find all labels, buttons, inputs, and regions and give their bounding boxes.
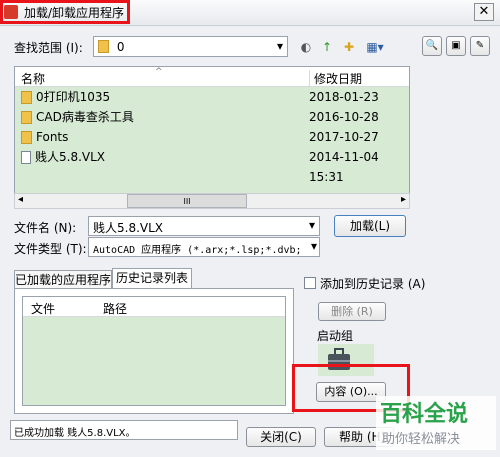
title-highlight-box <box>0 0 130 24</box>
scroll-right-icon[interactable]: ▸ <box>401 194 406 205</box>
horizontal-scrollbar[interactable]: ◂ III ▸ <box>14 193 410 209</box>
sort-indicator-icon: ^ <box>155 67 163 77</box>
up-folder-icon[interactable]: ↑ <box>318 38 336 56</box>
file-name: 贱人5.8.VLX <box>35 150 106 164</box>
list-item[interactable]: 0打印机1035 2018-01-23 14:48 <box>15 87 409 124</box>
file-list: 名称 ^ 修改日期 0打印机1035 2018-01-23 14:48 CAD病… <box>14 66 410 208</box>
filename-input[interactable]: 贱人5.8.VLX ▾ <box>88 216 320 236</box>
tools-icon[interactable]: ✎ <box>470 36 490 56</box>
chevron-down-icon: ▾ <box>276 39 283 53</box>
filetype-value: AutoCAD 应用程序 (*.arx;*.lsp;*.dvb; <box>93 245 302 256</box>
remove-button[interactable]: 删除 (R) <box>318 302 386 321</box>
folder-icon <box>21 111 32 124</box>
file-name: Fonts <box>36 130 69 144</box>
status-text: 已成功加载 贱人5.8.VLX。 <box>14 428 136 439</box>
watermark-subtitle: 助你轻松解决 <box>382 432 461 447</box>
close-icon[interactable]: ✕ <box>474 3 494 21</box>
file-icon <box>21 151 31 164</box>
file-date: 2014-11-04 15:31 <box>309 150 379 184</box>
status-bar: 已成功加载 贱人5.8.VLX。 <box>10 420 238 440</box>
filetype-select[interactable]: AutoCAD 应用程序 (*.arx;*.lsp;*.dvb; ▾ <box>88 237 320 257</box>
column-header-file[interactable]: 文件 <box>31 300 55 317</box>
history-list: 文件 路径 <box>22 296 286 406</box>
preview-icon[interactable]: ▣ <box>446 36 466 56</box>
views-icon[interactable]: ▦▾ <box>362 38 388 56</box>
file-name: 0打印机1035 <box>36 90 111 104</box>
scroll-thumb[interactable]: III <box>127 194 247 208</box>
file-list-header: 名称 ^ 修改日期 <box>15 67 409 87</box>
filename-value: 贱人5.8.VLX <box>93 221 164 235</box>
list-item[interactable]: Fonts 2017-10-27 16:05 <box>15 127 409 164</box>
close-button[interactable]: 关闭(C) <box>246 427 316 447</box>
add-history-label: 添加到历史记录 (A) <box>320 277 426 291</box>
history-list-header: 文件 路径 <box>23 297 285 317</box>
tab-loaded-apps[interactable]: 已加载的应用程序 <box>14 270 112 289</box>
lookin-select[interactable]: 0 ▾ <box>93 36 288 57</box>
chevron-down-icon: ▾ <box>308 239 317 253</box>
startup-group-label: 启动组 <box>317 329 354 343</box>
lookin-value: 0 <box>116 39 125 54</box>
watermark-title: 百科全说 <box>380 402 469 427</box>
find-icon[interactable]: 🔍 <box>422 36 442 56</box>
file-name: CAD病毒查杀工具 <box>36 110 134 124</box>
tab-history-list[interactable]: 历史记录列表 <box>112 268 192 289</box>
list-item[interactable]: CAD病毒查杀工具 2016-10-28 10:52 <box>15 107 409 144</box>
new-folder-icon[interactable]: ✚ <box>340 38 358 56</box>
folder-icon <box>21 131 32 144</box>
list-item[interactable]: 贱人5.8.VLX 2014-11-04 15:31 <box>15 147 409 184</box>
column-header-path[interactable]: 路径 <box>103 300 127 317</box>
add-history-checkbox[interactable] <box>304 277 316 289</box>
chevron-down-icon: ▾ <box>308 218 315 232</box>
lookin-label: 查找范围 (I): <box>14 41 83 55</box>
watermark-logo: 百科全说 助你轻松解决 <box>376 396 496 450</box>
filename-label: 文件名 (N): <box>14 221 77 235</box>
back-icon[interactable]: ◐ <box>297 38 315 56</box>
scroll-left-icon[interactable]: ◂ <box>18 194 23 205</box>
filetype-label: 文件类型 (T): <box>14 242 87 256</box>
folder-icon <box>21 91 32 104</box>
column-header-date[interactable]: 修改日期 <box>309 70 362 87</box>
load-button[interactable]: 加载(L) <box>334 215 406 237</box>
folder-icon <box>98 40 109 53</box>
column-header-name[interactable]: 名称 <box>21 70 45 87</box>
